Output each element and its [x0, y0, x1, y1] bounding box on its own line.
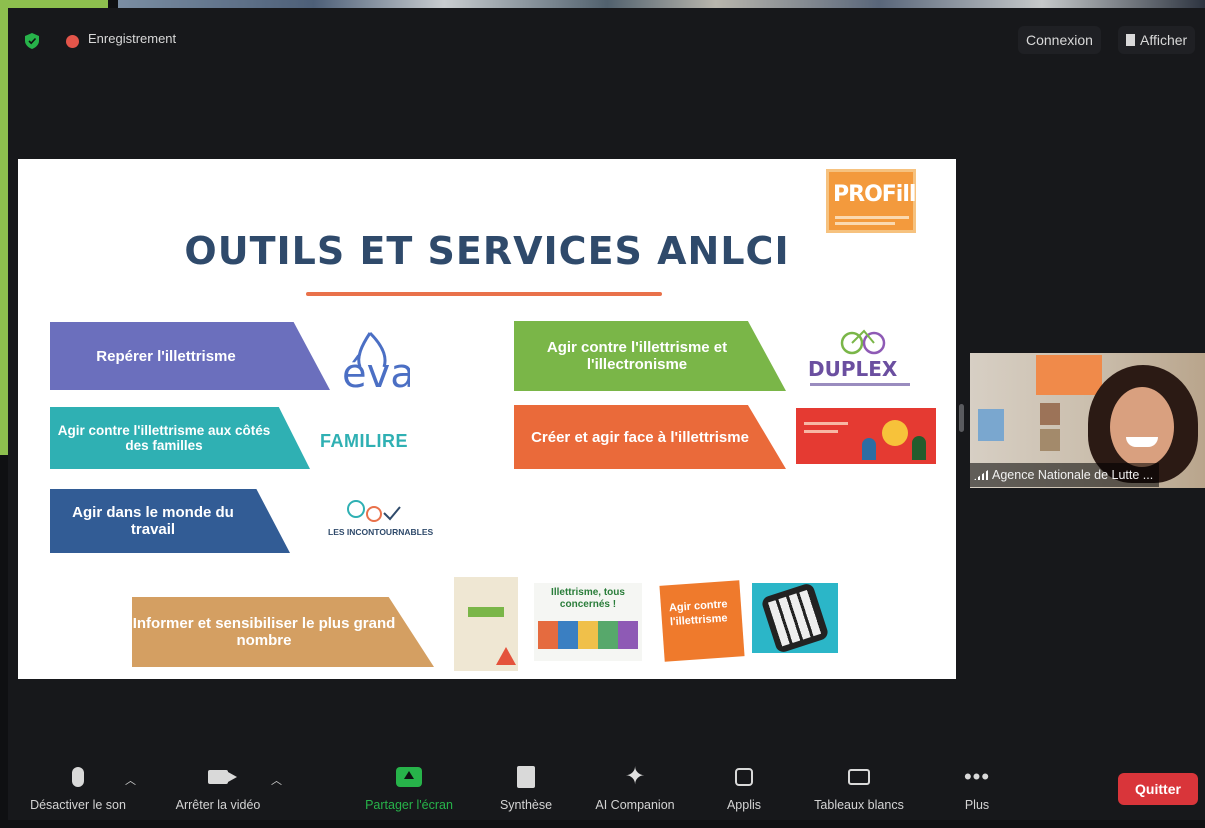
- familire-logo: FAMILIRE: [320, 431, 408, 451]
- meeting-toolbar: Désactiver le son ︿ Arrêter la vidéo ︿ P…: [8, 756, 1205, 820]
- more-button[interactable]: ••• Plus: [950, 764, 1004, 812]
- keypad-image: [760, 582, 830, 654]
- incontournables-text: LES INCONTOURNABLES: [328, 527, 434, 537]
- duplex-mark: [840, 329, 886, 355]
- view-icon: [1126, 34, 1135, 46]
- share-screen-button[interactable]: Partager l'écran: [352, 764, 466, 812]
- chevron-up-icon[interactable]: ︿: [125, 772, 136, 788]
- whiteboards-label: Tableaux blancs: [814, 798, 904, 812]
- title-underline: [306, 292, 662, 296]
- creer-illustration: [796, 408, 936, 464]
- banner-informer: Informer et sensibiliser le plus grand n…: [132, 597, 434, 667]
- profill-logo-text: PROFill: [833, 182, 916, 207]
- share-screen-icon: [396, 767, 422, 787]
- wall-frame: [978, 409, 1004, 441]
- meeting-window: Enregistrement Connexion Afficher PROFil…: [8, 8, 1205, 820]
- mute-button[interactable]: Désactiver le son: [18, 764, 138, 812]
- person-figure: [912, 436, 926, 460]
- top-bar: Enregistrement Connexion Afficher: [8, 8, 1205, 68]
- profill-logo: PROFill: [826, 169, 916, 233]
- banner-creer: Créer et agir face à l'illettrisme: [514, 405, 786, 469]
- mute-label: Désactiver le son: [30, 798, 126, 812]
- participant-tile[interactable]: Agence Nationale de Lutte ...: [970, 353, 1205, 488]
- wall-poster: [1036, 355, 1102, 395]
- book-cover-band: [468, 607, 504, 617]
- keypad-thumbnail: [752, 582, 838, 654]
- background-photo-strip: [118, 0, 1205, 8]
- more-label: Plus: [964, 798, 990, 812]
- resize-handle[interactable]: [959, 404, 964, 432]
- apps-button[interactable]: Applis: [714, 764, 774, 812]
- ai-companion-label: AI Companion: [595, 798, 675, 812]
- apps-icon: [735, 768, 753, 786]
- wall-frame: [1040, 429, 1060, 451]
- participant-name-tag: Agence Nationale de Lutte ...: [970, 463, 1160, 487]
- people-illustration: [538, 621, 638, 649]
- eva-logo: éva: [342, 331, 410, 391]
- profill-logo-line: [835, 222, 895, 225]
- participant-name: Agence Nationale de Lutte ...: [992, 468, 1154, 482]
- banner-reperer: Repérer l'illettrisme: [50, 322, 330, 390]
- whiteboard-icon: [848, 769, 870, 785]
- recording-dot-icon[interactable]: [66, 35, 79, 48]
- duplex-logo: DUPLEX: [808, 327, 920, 393]
- video-camera-icon: [208, 770, 228, 784]
- banner-travail: Agir dans le monde du travail: [50, 489, 290, 553]
- profill-logo-line: [835, 216, 909, 219]
- incontournables-mark: [347, 500, 401, 522]
- book-cover-thumbnail: [454, 577, 518, 671]
- incontournables-logo: LES INCONTOURNABLES: [328, 497, 448, 551]
- agir-text: Agir contre l'illettrisme: [668, 598, 728, 629]
- person-figure: [862, 438, 876, 460]
- illustration-text-line: [804, 430, 838, 433]
- duplex-tagline: [810, 383, 910, 386]
- recording-label[interactable]: Enregistrement: [88, 31, 176, 46]
- chevron-up-icon[interactable]: ︿: [271, 772, 282, 788]
- summary-button[interactable]: Synthèse: [486, 764, 566, 812]
- apps-label: Applis: [726, 798, 762, 812]
- quit-button[interactable]: Quitter: [1118, 773, 1198, 805]
- concernes-thumbnail: Illettrisme, tous concernés !: [534, 583, 642, 661]
- ai-companion-button[interactable]: ✦ AI Companion: [582, 763, 688, 813]
- agir-thumbnail: Agir contre l'illettrisme: [659, 580, 745, 662]
- participant-smile: [1126, 437, 1158, 447]
- sparkle-icon: ✦: [624, 763, 646, 790]
- book-cover-shape: [496, 647, 516, 665]
- share-screen-label: Partager l'écran: [365, 798, 453, 812]
- more-dots-icon: •••: [963, 764, 991, 789]
- wall-frame: [1040, 403, 1060, 425]
- banner-illectronisme: Agir contre l'illettrisme et l'illectron…: [514, 321, 786, 391]
- view-label: Afficher: [1140, 32, 1188, 48]
- summary-label: Synthèse: [499, 798, 553, 812]
- duplex-text: DUPLEX: [808, 357, 898, 381]
- signal-strength-icon: [974, 470, 988, 480]
- view-button[interactable]: Afficher: [1118, 26, 1196, 54]
- connexion-button[interactable]: Connexion: [1018, 26, 1101, 54]
- shield-icon[interactable]: [25, 33, 39, 49]
- lightbulb-icon: [882, 420, 908, 446]
- concernes-text: Illettrisme, tous concernés !: [551, 587, 625, 610]
- stop-video-label: Arrêter la vidéo: [175, 798, 261, 812]
- microphone-icon: [72, 767, 84, 787]
- banner-familles: Agir contre l'illettrisme aux côtés des …: [50, 407, 310, 469]
- document-icon: [517, 766, 535, 788]
- slide-title: OUTILS ET SERVICES ANLCI: [184, 229, 790, 273]
- eva-logo-text: éva: [342, 351, 410, 391]
- stop-video-button[interactable]: Arrêter la vidéo: [160, 764, 276, 812]
- participant-face: [1110, 387, 1174, 467]
- shared-screen-slide: PROFill OUTILS ET SERVICES ANLCI Repérer…: [18, 159, 956, 679]
- illustration-text-line: [804, 422, 848, 425]
- whiteboards-button[interactable]: Tableaux blancs: [800, 764, 918, 812]
